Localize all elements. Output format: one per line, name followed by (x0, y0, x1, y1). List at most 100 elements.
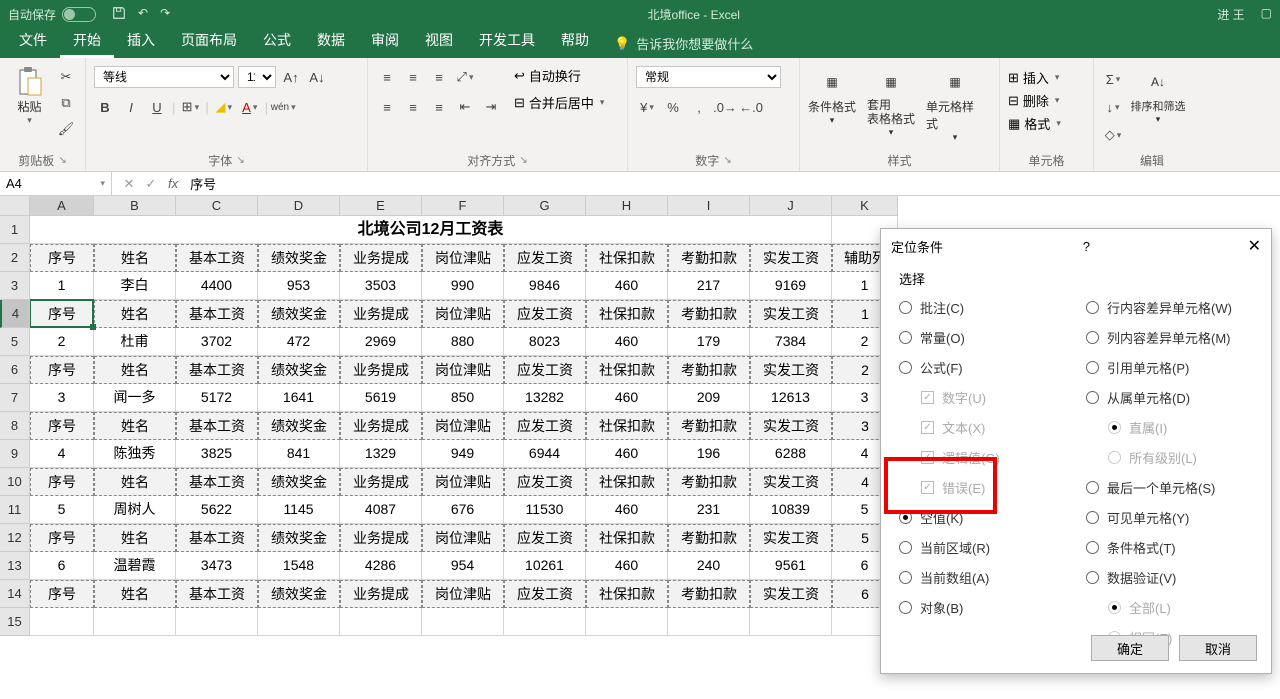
cell[interactable]: 应发工资 (504, 412, 586, 440)
clear-button[interactable]: ◇ (1102, 124, 1124, 146)
cell[interactable]: 周树人 (94, 496, 176, 524)
cell[interactable]: 11530 (504, 496, 586, 524)
row-header-8[interactable]: 8 (0, 412, 30, 440)
cell[interactable]: 姓名 (94, 300, 176, 328)
cell[interactable]: 实发工资 (750, 468, 832, 496)
radio-option[interactable]: 从属单元格(D) (1086, 388, 1253, 407)
radio-option[interactable]: 最后一个单元格(S) (1086, 478, 1253, 497)
cell[interactable]: 实发工资 (750, 244, 832, 272)
cell[interactable]: 业务提成 (340, 468, 422, 496)
italic-button[interactable]: I (120, 96, 142, 118)
paste-button[interactable]: 粘贴 ▾ (8, 62, 51, 130)
grow-font-icon[interactable]: A↑ (280, 66, 302, 88)
cell[interactable]: 3503 (340, 272, 422, 300)
row-header-5[interactable]: 5 (0, 328, 30, 356)
cell[interactable]: 基本工资 (176, 468, 258, 496)
number-launcher[interactable]: ↘ (723, 155, 731, 166)
row-header-1[interactable]: 1 (0, 216, 30, 244)
cell[interactable]: 3702 (176, 328, 258, 356)
cell[interactable]: 953 (258, 272, 340, 300)
copy-icon[interactable]: ⧉ (55, 92, 77, 114)
cut-icon[interactable]: ✂ (55, 66, 77, 88)
cell[interactable]: 岗位津贴 (422, 356, 504, 384)
align-left-icon[interactable]: ≡ (376, 96, 398, 118)
col-header-B[interactable]: B (94, 196, 176, 216)
cell[interactable]: 2 (30, 328, 94, 356)
cell[interactable]: 姓名 (94, 412, 176, 440)
cell[interactable]: 6944 (504, 440, 586, 468)
shrink-font-icon[interactable]: A↓ (306, 66, 328, 88)
align-top-icon[interactable]: ≡ (376, 66, 398, 88)
borders-button[interactable]: ⊞ (179, 96, 201, 118)
cell[interactable]: 业务提成 (340, 524, 422, 552)
cell[interactable]: 472 (258, 328, 340, 356)
delete-cells-button[interactable]: ⊟删除 (1008, 91, 1059, 110)
cell[interactable]: 209 (668, 384, 750, 412)
cell[interactable]: 考勤扣款 (668, 468, 750, 496)
radio-option[interactable]: 可见单元格(Y) (1086, 508, 1253, 527)
radio-option[interactable]: 当前区域(R) (899, 538, 1066, 557)
cell[interactable]: 880 (422, 328, 504, 356)
cell[interactable]: 社保扣款 (586, 300, 668, 328)
cell[interactable] (176, 608, 258, 636)
cell[interactable] (340, 608, 422, 636)
row-header-9[interactable]: 9 (0, 440, 30, 468)
cell[interactable]: 岗位津贴 (422, 580, 504, 608)
cell[interactable]: 基本工资 (176, 524, 258, 552)
select-all-corner[interactable] (0, 196, 30, 216)
cell[interactable]: 4286 (340, 552, 422, 580)
cell[interactable]: 岗位津贴 (422, 468, 504, 496)
table-format-button[interactable]: ▦套用 表格格式▾ (860, 62, 922, 142)
font-launcher[interactable]: ↘ (236, 155, 244, 166)
tab-layout[interactable]: 页面布局 (168, 25, 250, 58)
radio-option[interactable]: 批注(C) (899, 298, 1066, 317)
cell[interactable] (258, 608, 340, 636)
align-center-icon[interactable]: ≡ (402, 96, 424, 118)
cell[interactable]: 社保扣款 (586, 412, 668, 440)
cell[interactable]: 业务提成 (340, 244, 422, 272)
cell[interactable]: 绩效奖金 (258, 524, 340, 552)
cell[interactable]: 12613 (750, 384, 832, 412)
row-header-2[interactable]: 2 (0, 244, 30, 272)
col-header-I[interactable]: I (668, 196, 750, 216)
font-name-select[interactable]: 等线 (94, 66, 234, 88)
redo-icon[interactable]: ↷ (160, 6, 170, 23)
col-header-H[interactable]: H (586, 196, 668, 216)
cell[interactable]: 姓名 (94, 244, 176, 272)
col-header-K[interactable]: K (832, 196, 898, 216)
row-header-13[interactable]: 13 (0, 552, 30, 580)
radio-option[interactable]: 引用单元格(P) (1086, 358, 1253, 377)
cell[interactable]: 序号 (30, 356, 94, 384)
align-right-icon[interactable]: ≡ (428, 96, 450, 118)
col-header-C[interactable]: C (176, 196, 258, 216)
cell[interactable]: 绩效奖金 (258, 412, 340, 440)
user-name[interactable]: 进 王 (1217, 6, 1244, 23)
cell[interactable]: 949 (422, 440, 504, 468)
cell[interactable]: 4087 (340, 496, 422, 524)
cell[interactable]: 业务提成 (340, 580, 422, 608)
cell[interactable]: 序号 (30, 468, 94, 496)
cell[interactable]: 240 (668, 552, 750, 580)
clipboard-launcher[interactable]: ↘ (58, 155, 66, 166)
save-icon[interactable] (112, 6, 126, 23)
cell[interactable]: 9169 (750, 272, 832, 300)
cell[interactable] (94, 608, 176, 636)
cell[interactable] (668, 608, 750, 636)
cell[interactable]: 闻一多 (94, 384, 176, 412)
cell[interactable]: 姓名 (94, 524, 176, 552)
cell[interactable]: 序号 (30, 244, 94, 272)
cell[interactable]: 5622 (176, 496, 258, 524)
cell[interactable] (422, 608, 504, 636)
cell[interactable]: 应发工资 (504, 356, 586, 384)
comma-button[interactable]: , (688, 96, 710, 118)
cell[interactable] (504, 608, 586, 636)
ok-button[interactable]: 确定 (1091, 635, 1169, 661)
title-cell[interactable]: 北境公司12月工资表 (30, 216, 832, 244)
currency-button[interactable]: ¥ (636, 96, 658, 118)
cell[interactable]: 考勤扣款 (668, 412, 750, 440)
cell[interactable]: 6 (30, 552, 94, 580)
cell[interactable]: 841 (258, 440, 340, 468)
cell[interactable]: 基本工资 (176, 412, 258, 440)
cell[interactable] (30, 608, 94, 636)
cell[interactable]: 序号 (30, 300, 94, 328)
